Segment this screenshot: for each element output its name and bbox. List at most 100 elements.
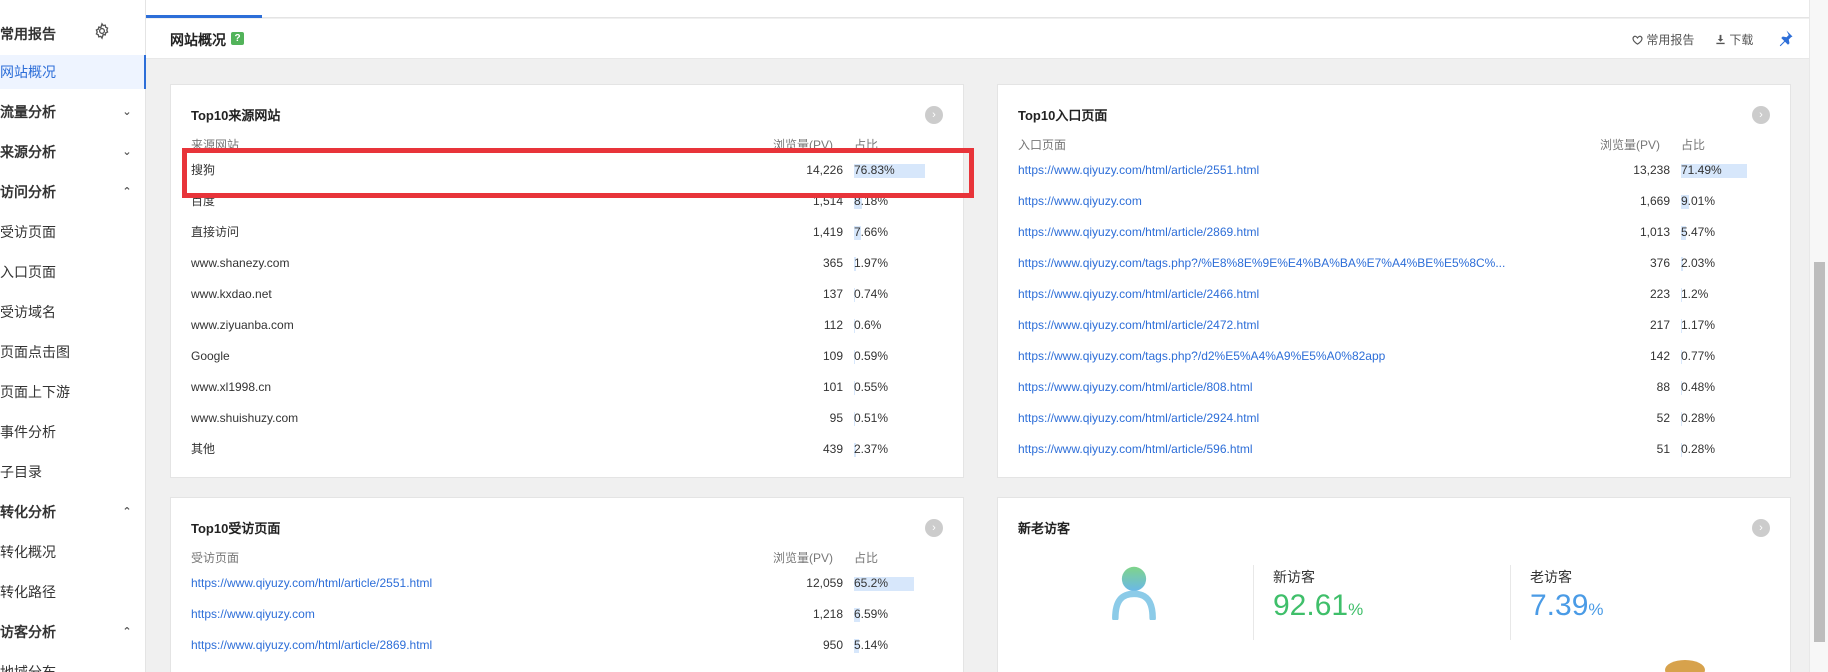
pv-value: 217	[1649, 318, 1670, 332]
table-row: https://www.qiyuzy.com/html/article/2472…	[1018, 315, 1778, 335]
pv-value: 52	[1656, 411, 1670, 425]
old-visitor-value: 7.39%	[1530, 590, 1604, 626]
share-value: 0.59%	[854, 349, 889, 363]
sidebar-item[interactable]: 来源分析 ⌄	[0, 135, 146, 169]
pv-value: 95	[829, 411, 843, 425]
download-button[interactable]: 下载	[1715, 31, 1753, 48]
table-row: https://www.qiyuzy.com 1,669 9.01%	[1018, 191, 1778, 211]
chevron-right-icon[interactable]: ›	[1752, 106, 1770, 124]
sidebar-header-title: 常用报告	[0, 26, 56, 42]
share-value: 0.28%	[1681, 411, 1716, 425]
table-row: https://www.qiyuzy.com 1,218 6.59%	[191, 604, 951, 624]
sidebar-item[interactable]: 子目录	[0, 455, 146, 489]
sidebar-item[interactable]: 入口页面	[0, 255, 146, 289]
pin-icon[interactable]	[1776, 29, 1794, 47]
sidebar-item[interactable]: 流量分析 ⌄	[0, 95, 146, 129]
sidebar-item-label: 来源分析	[0, 144, 56, 160]
favorite-report-button[interactable]: 常用报告	[1632, 31, 1694, 48]
page-link[interactable]: https://www.qiyuzy.com/html/article/2472…	[1018, 315, 1528, 335]
page-link[interactable]: https://www.qiyuzy.com/html/article/2551…	[191, 573, 711, 593]
chevron-up-icon[interactable]: ⌃	[120, 495, 134, 529]
sidebar-item-label: 页面点击图	[0, 344, 70, 360]
table-row: Google 109 0.59%	[191, 346, 951, 366]
page-header: 网站概况 ? 常用报告 下载	[146, 19, 1809, 59]
share-value: 0.6%	[854, 318, 882, 332]
sidebar-item[interactable]: 事件分析	[0, 415, 146, 449]
column-header-entry: 入口页面	[1018, 138, 1067, 152]
sidebar-item-label: 子目录	[0, 464, 42, 480]
pv-value: 376	[1649, 256, 1670, 270]
sidebar-item[interactable]: 受访页面	[0, 215, 146, 249]
pv-value: 439	[822, 442, 843, 456]
sidebar-item-label: 页面上下游	[0, 384, 70, 400]
chevron-right-icon[interactable]: ›	[1752, 519, 1770, 537]
page-link[interactable]: https://www.qiyuzy.com/html/article/2466…	[1018, 284, 1528, 304]
table-row: https://www.qiyuzy.com/html/article/2466…	[1018, 284, 1778, 304]
page-link[interactable]: https://www.qiyuzy.com/tags.php?/d2%E5%A…	[1018, 346, 1528, 366]
table-row: https://www.qiyuzy.com/tags.php?/d2%E5%A…	[1018, 346, 1778, 366]
source-name: www.shuishuzy.com	[191, 411, 299, 425]
scrollbar[interactable]	[1809, 0, 1828, 672]
sidebar-item-label: 受访域名	[0, 304, 56, 320]
sidebar-item[interactable]: 页面上下游	[0, 375, 146, 409]
column-header-pv: 浏览量(PV)	[773, 551, 834, 565]
share-value: 2.37%	[854, 442, 889, 456]
chevron-down-icon[interactable]: ⌄	[120, 95, 134, 129]
sidebar-item[interactable]: 页面点击图	[0, 335, 146, 369]
chevron-up-icon[interactable]: ⌃	[120, 175, 134, 209]
pv-value: 1,419	[812, 225, 843, 239]
page-link[interactable]: https://www.qiyuzy.com/html/article/2869…	[1018, 222, 1528, 242]
page-link[interactable]: https://www.qiyuzy.com/tags.php?/%E8%8E%…	[1018, 253, 1528, 273]
top-visited-card: Top10受访页面 › 受访页面 浏览量(PV) 占比 https://www.…	[170, 497, 964, 672]
share-value: 5.14%	[854, 638, 889, 652]
page-link[interactable]: https://www.qiyuzy.com/html/article/596.…	[1018, 439, 1528, 459]
page-link[interactable]: https://www.qiyuzy.com	[191, 604, 711, 624]
sidebar-item[interactable]: 网站概况	[0, 55, 146, 89]
source-name: www.shanezy.com	[191, 256, 290, 270]
sidebar-item[interactable]: 转化路径	[0, 575, 146, 609]
sidebar-item[interactable]: 访问分析 ⌃	[0, 175, 146, 209]
share-value: 0.48%	[1681, 380, 1716, 394]
table-row: www.kxdao.net 137 0.74%	[191, 284, 951, 304]
page-link[interactable]: https://www.qiyuzy.com/html/article/808.…	[1018, 377, 1528, 397]
pv-value: 950	[822, 638, 843, 652]
column-header-pct: 占比	[854, 551, 879, 565]
gear-icon[interactable]	[93, 22, 111, 40]
pv-value: 112	[823, 318, 843, 332]
page-link[interactable]: https://www.qiyuzy.com	[1018, 191, 1528, 211]
sidebar-item-label: 入口页面	[0, 264, 56, 280]
sidebar-item[interactable]: 地域分布	[0, 655, 146, 672]
table-row: https://www.qiyuzy.com/html/article/2869…	[1018, 222, 1778, 242]
user-icon	[1112, 566, 1156, 620]
share-value: 9.01%	[1681, 194, 1716, 208]
chevron-right-icon[interactable]: ›	[925, 519, 943, 537]
pv-value: 51	[1656, 442, 1670, 456]
sidebar-item-label: 事件分析	[0, 424, 56, 440]
page-link[interactable]: https://www.qiyuzy.com/html/article/2551…	[1018, 160, 1528, 180]
share-value: 1.17%	[1681, 318, 1716, 332]
sidebar-item[interactable]: 受访域名	[0, 295, 146, 329]
chevron-up-icon[interactable]: ⌃	[120, 615, 134, 649]
download-icon	[1716, 34, 1725, 45]
download-label: 下载	[1729, 33, 1754, 47]
sidebar-item[interactable]: 转化分析 ⌃	[0, 495, 146, 529]
share-value: 7.66%	[854, 225, 889, 239]
page-link[interactable]: https://www.qiyuzy.com/html/article/2869…	[191, 635, 711, 655]
top-sources-card: Top10来源网站 › 来源网站 浏览量(PV) 占比 搜狗 14,226 76.8…	[170, 84, 964, 478]
help-icon[interactable]: ?	[231, 32, 244, 45]
sidebar-item-label: 转化分析	[0, 504, 56, 520]
sidebar-item[interactable]: 转化概况	[0, 535, 146, 569]
table-row: 直接访问 1,419 7.66%	[191, 222, 951, 242]
pv-value: 13,238	[1633, 163, 1670, 177]
card-title: 新老访客	[1018, 521, 1071, 536]
visitors-card: 新老访客 › 新访客 92.61% 老访客 7.39%	[997, 497, 1791, 672]
highlight-annotation	[182, 148, 974, 198]
page-link[interactable]: https://www.qiyuzy.com/html/article/2924…	[1018, 408, 1528, 428]
chevron-down-icon[interactable]: ⌄	[120, 135, 134, 169]
old-visitor-number: 7.39	[1530, 589, 1589, 622]
table-row: https://www.qiyuzy.com/html/article/2924…	[1018, 408, 1778, 428]
scrollbar-thumb[interactable]	[1814, 262, 1825, 642]
chevron-right-icon[interactable]: ›	[925, 106, 943, 124]
sidebar-item[interactable]: 访客分析 ⌃	[0, 615, 146, 649]
pv-value: 1,218	[812, 607, 843, 621]
